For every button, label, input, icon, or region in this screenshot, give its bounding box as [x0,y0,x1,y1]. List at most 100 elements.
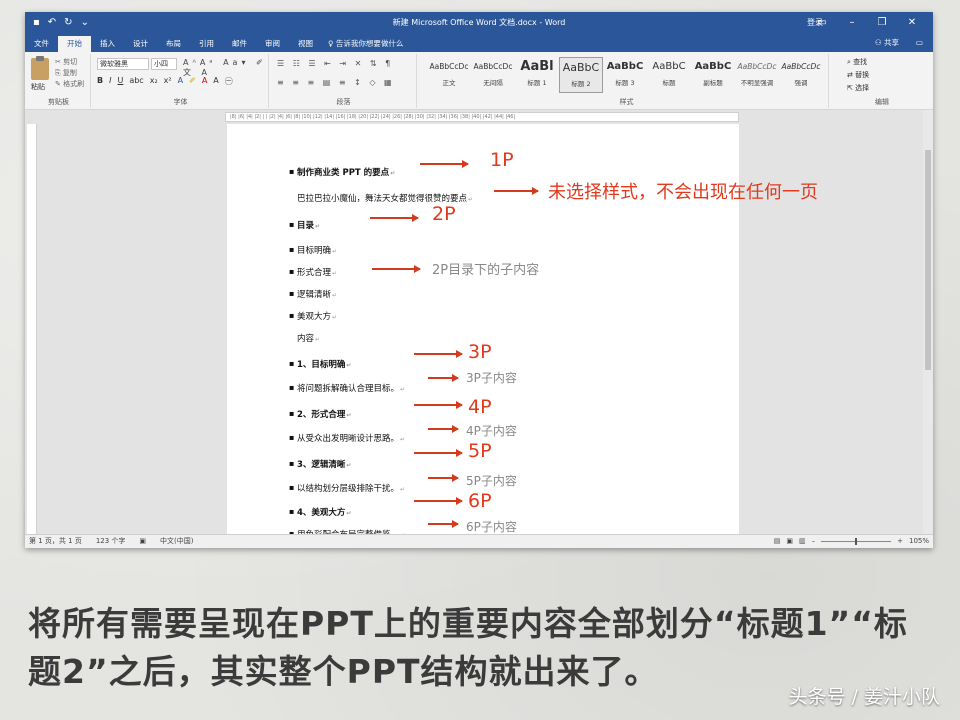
style-sample: AaBl [520,59,554,74]
zoom-in-icon[interactable]: + [897,535,903,548]
tab-layout[interactable]: 布局 [157,36,190,52]
annotation-4p: 4P [468,396,492,418]
proofing-icon[interactable]: ▣ [139,535,146,548]
underline-icon[interactable]: U [117,76,123,87]
tab-review[interactable]: 审阅 [256,36,289,52]
scroll-thumb[interactable] [925,150,931,370]
select-button[interactable]: ⇱ 选择 [847,82,869,95]
font-size-select[interactable]: 小四 [151,58,177,70]
bullet: ▪ [289,289,295,298]
font-size-adjust[interactable]: AᴬAᵃ Aa▾ ✐ 文 A [183,58,268,78]
style-subtle-emphasis[interactable]: AaBbCcDc 不明显强调 [735,57,779,93]
doc-line[interactable]: ▪ 美观大方↵ [289,310,338,322]
doc-line[interactable]: ▪ 逻辑清晰↵ [289,288,337,300]
annotation-3p: 3P [468,341,492,363]
text-effects-icon[interactable]: A [178,76,183,87]
format-painter-button[interactable]: ✎ 格式刷 [55,79,84,90]
comments-icon[interactable]: ▭ [916,36,923,50]
print-layout-icon[interactable]: ▣ [786,535,793,548]
style-name: 无间隔 [483,79,503,87]
paragraph-mark: ↵ [315,336,321,343]
doc-line-text: 制作商业类 PPT 的要点 [297,168,390,178]
style-heading-1[interactable]: AaBl 标题 1 [515,57,559,93]
zoom-out-icon[interactable]: – [812,535,816,548]
doc-line[interactable]: ▪ 4、美观大方↵ [289,506,351,518]
ribbon-options-icon[interactable]: ▭ [807,14,837,32]
doc-line[interactable]: ▪ 制作商业类 PPT 的要点↵ [289,166,395,178]
bullet: ▪ [289,220,295,229]
ribbon-tabs: 文件 开始 插入 设计 布局 引用 邮件 审阅 视图 ♀ 告诉我你想要做什么 ⚇… [25,34,933,52]
doc-line[interactable]: ▪ 3、逻辑清晰↵ [289,458,352,470]
maximize-icon[interactable]: ❐ [867,14,897,32]
paragraph-mark: ↵ [332,270,338,277]
style-heading-2[interactable]: AaBbC 标题 2 [559,57,603,93]
close-icon[interactable]: ✕ [897,14,927,32]
superscript-icon[interactable]: x² [164,76,172,87]
style-emphasis[interactable]: AaBbCcDc 强调 [779,57,823,93]
find-button[interactable]: ⌕ 查找 [847,56,869,69]
style-no-spacing[interactable]: AaBbCcDc 无间隔 [471,57,515,93]
paste-icon[interactable] [31,56,49,80]
doc-line[interactable]: ▪ 1、目标明确↵ [289,358,351,370]
doc-line[interactable]: ▪ 形式合理↵ [289,266,338,278]
paste-label[interactable]: 粘贴 [31,82,45,92]
arrow-2p-sub [372,265,421,273]
search-icon: ⌕ [847,58,851,66]
style-heading-3[interactable]: AaBbC 标题 3 [603,57,647,93]
tell-me-search[interactable]: ♀ 告诉我你想要做什么 [328,36,403,52]
tab-design[interactable]: 设计 [124,36,157,52]
align-buttons[interactable]: ≡ ≡ ≡ ▤ ≡ ↕ ◇ ▦ [277,78,395,87]
web-layout-icon[interactable]: ▥ [799,535,806,548]
zoom-level[interactable]: 105% [909,535,929,548]
vertical-scrollbar[interactable] [923,110,933,534]
doc-line-text: 形式合理 [297,268,332,278]
word-count[interactable]: 123 个字 [96,535,126,548]
doc-line[interactable]: ▪ 将问题拆解确认合理目标。↵ [289,382,405,394]
style-title[interactable]: AaBbC 标题 [647,57,691,93]
tab-home[interactable]: 开始 [58,36,91,52]
highlight-icon[interactable]: ✐ [189,76,196,87]
cut-button[interactable]: ✂ 剪切 [55,57,84,68]
font-color-icon[interactable]: A [202,76,207,87]
char-shading-icon[interactable]: A [213,76,218,87]
italic-icon[interactable]: I [109,76,111,87]
doc-line[interactable]: ▪ 目录↵ [289,219,320,231]
tab-file[interactable]: 文件 [25,36,58,52]
paragraph-mark: ↵ [346,462,352,469]
style-subtitle[interactable]: AaBbC 副标题 [691,57,735,93]
doc-line[interactable]: ▪ 从受众出发明晰设计思路。↵ [289,432,405,444]
doc-line[interactable]: ▪ 2、形式合理↵ [289,408,351,420]
list-buttons[interactable]: ☰ ☷ ☰ ⇤ ⇥ ✕ ⇅ ¶ [277,59,393,68]
ribbon: 粘贴 ✂ 剪切 ⎘ 复制 ✎ 格式刷 剪贴板 微软雅黑 小四 AᴬAᵃ Aa▾ … [25,52,933,110]
zoom-slider[interactable] [821,538,892,545]
doc-line[interactable]: ▪ 以结构划分层级排除干扰。↵ [289,482,405,494]
bold-icon[interactable]: B [97,76,103,87]
clipboard-items: ✂ 剪切 ⎘ 复制 ✎ 格式刷 [55,57,84,90]
enclose-char-icon[interactable]: ㊀ [225,76,233,87]
tab-insert[interactable]: 插入 [91,36,124,52]
doc-line[interactable]: ▪ 目标明确↵ [289,244,338,256]
strikethrough-icon[interactable]: abc [129,76,143,87]
status-left: 第 1 页，共 1 页 123 个字 ▣ 中文(中国) [29,535,194,548]
minimize-icon[interactable]: – [837,14,867,32]
font-name-select[interactable]: 微软雅黑 [97,58,149,70]
subscript-icon[interactable]: x₂ [150,76,158,87]
style-normal[interactable]: AaBbCcDc 正文 [427,57,471,93]
doc-line[interactable]: 内容↵ [297,332,320,344]
bullet: ▪ [289,383,295,392]
paragraph-mark: ↵ [332,314,338,321]
replace-button[interactable]: ⇄ 替换 [847,69,869,82]
tab-references[interactable]: 引用 [190,36,223,52]
share-button[interactable]: ⚇ 共享 [875,36,899,50]
copy-button[interactable]: ⎘ 复制 [55,68,84,79]
read-mode-icon[interactable]: ▤ [774,535,781,548]
tab-mailings[interactable]: 邮件 [223,36,256,52]
language[interactable]: 中文(中国) [160,535,193,548]
arrow-6p [414,497,463,505]
paragraph-mark: ↵ [332,248,338,255]
page-count[interactable]: 第 1 页，共 1 页 [29,535,82,548]
tab-view[interactable]: 视图 [289,36,322,52]
vertical-ruler[interactable] [27,124,37,534]
horizontal-ruler[interactable]: |8| |6| |4| |2| | | |2| |4| |6| |8| |10|… [225,112,739,122]
status-bar: 第 1 页，共 1 页 123 个字 ▣ 中文(中国) ▤ ▣ ▥ – + 10… [25,534,933,548]
